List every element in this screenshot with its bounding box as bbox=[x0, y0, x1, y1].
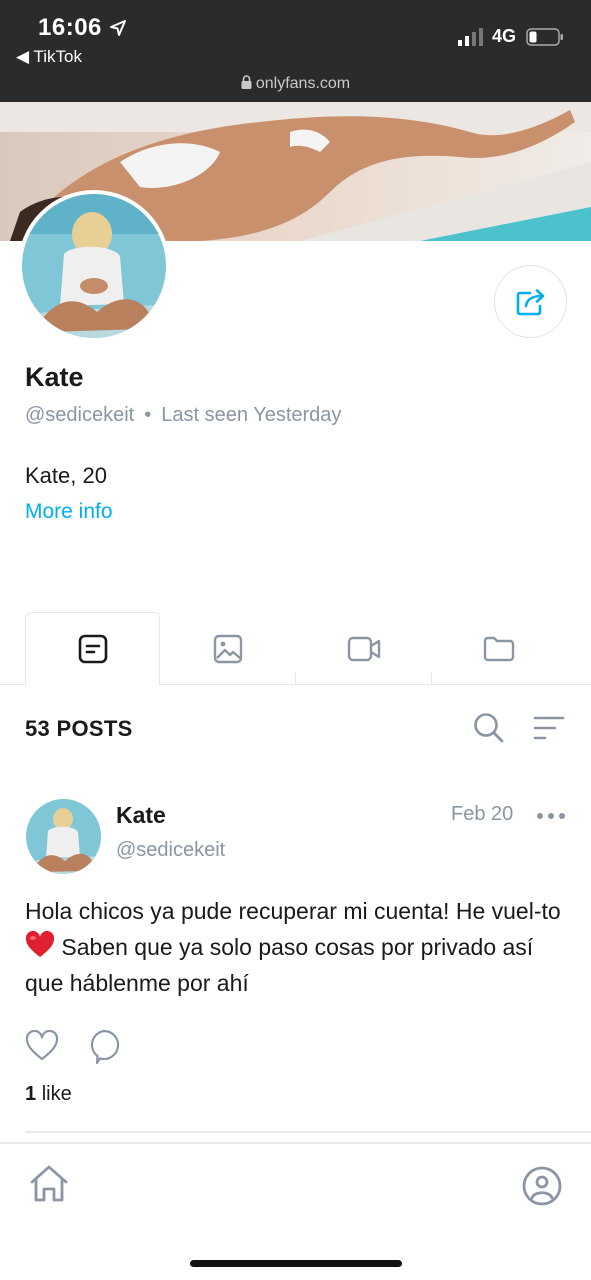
tab-posts[interactable] bbox=[25, 612, 160, 686]
post-text-part1: Hola chicos ya pude recuperar mi cuenta!… bbox=[25, 898, 561, 924]
profile-handle: @sedicekeit bbox=[25, 404, 135, 426]
more-options-icon[interactable] bbox=[535, 806, 567, 826]
back-to-app-link[interactable]: ◀ TikTok bbox=[16, 47, 82, 67]
home-icon[interactable] bbox=[28, 1163, 70, 1205]
status-bar: 16:06 ◀ TikTok 4G onlyfans.com bbox=[0, 0, 591, 102]
tab-folders[interactable] bbox=[431, 612, 566, 685]
share-icon bbox=[516, 288, 544, 315]
divider bbox=[25, 1131, 591, 1133]
tab-divider bbox=[431, 672, 432, 685]
post-text-part2: Saben que ya solo paso cosas por privado… bbox=[25, 934, 534, 996]
posts-count: 53 POSTS bbox=[25, 716, 133, 741]
profile-meta: @sedicekeit • Last seen Yesterday bbox=[25, 404, 341, 427]
signal-icon bbox=[458, 28, 483, 46]
profile-name: Kate bbox=[25, 362, 84, 392]
last-seen-status: Last seen Yesterday bbox=[161, 404, 342, 426]
battery-icon bbox=[526, 28, 563, 46]
clock: 16:06 bbox=[38, 14, 102, 41]
post-text: Hola chicos ya pude recuperar mi cuenta!… bbox=[25, 893, 570, 1001]
bottom-nav-border bbox=[0, 1142, 591, 1144]
likes-count: 1 like bbox=[25, 1083, 72, 1106]
url-text: onlyfans.com bbox=[255, 75, 351, 92]
heart-icon[interactable] bbox=[25, 1030, 59, 1062]
sort-icon[interactable] bbox=[532, 714, 566, 742]
post-date: Feb 20 bbox=[451, 803, 514, 825]
location-arrow-icon bbox=[110, 20, 126, 36]
address-bar[interactable]: onlyfans.com bbox=[0, 75, 591, 93]
profile-icon[interactable] bbox=[521, 1165, 563, 1207]
tab-videos[interactable] bbox=[296, 612, 431, 685]
video-icon bbox=[347, 636, 380, 661]
post-author-avatar[interactable] bbox=[26, 799, 101, 874]
red-heart-emoji-icon bbox=[25, 931, 55, 957]
share-button[interactable] bbox=[494, 265, 567, 338]
home-indicator[interactable] bbox=[190, 1260, 402, 1267]
profile-avatar[interactable] bbox=[18, 190, 170, 342]
comment-icon[interactable] bbox=[87, 1029, 121, 1065]
image-icon bbox=[213, 634, 242, 663]
tab-photos[interactable] bbox=[160, 612, 295, 685]
folder-icon bbox=[483, 636, 514, 661]
likes-number: 1 bbox=[25, 1083, 37, 1105]
post-author-handle[interactable]: @sedicekeit bbox=[116, 839, 225, 862]
network-type: 4G bbox=[492, 26, 517, 46]
likes-label: like bbox=[41, 1083, 72, 1105]
search-icon[interactable] bbox=[472, 711, 504, 743]
profile-bio: Kate, 20 bbox=[25, 463, 107, 488]
tab-divider bbox=[295, 672, 296, 685]
meta-separator: • bbox=[144, 404, 152, 426]
lock-icon bbox=[241, 75, 252, 89]
post-icon bbox=[78, 634, 107, 664]
post-author-name[interactable]: Kate bbox=[116, 802, 166, 829]
more-info-link[interactable]: More info bbox=[25, 500, 113, 524]
